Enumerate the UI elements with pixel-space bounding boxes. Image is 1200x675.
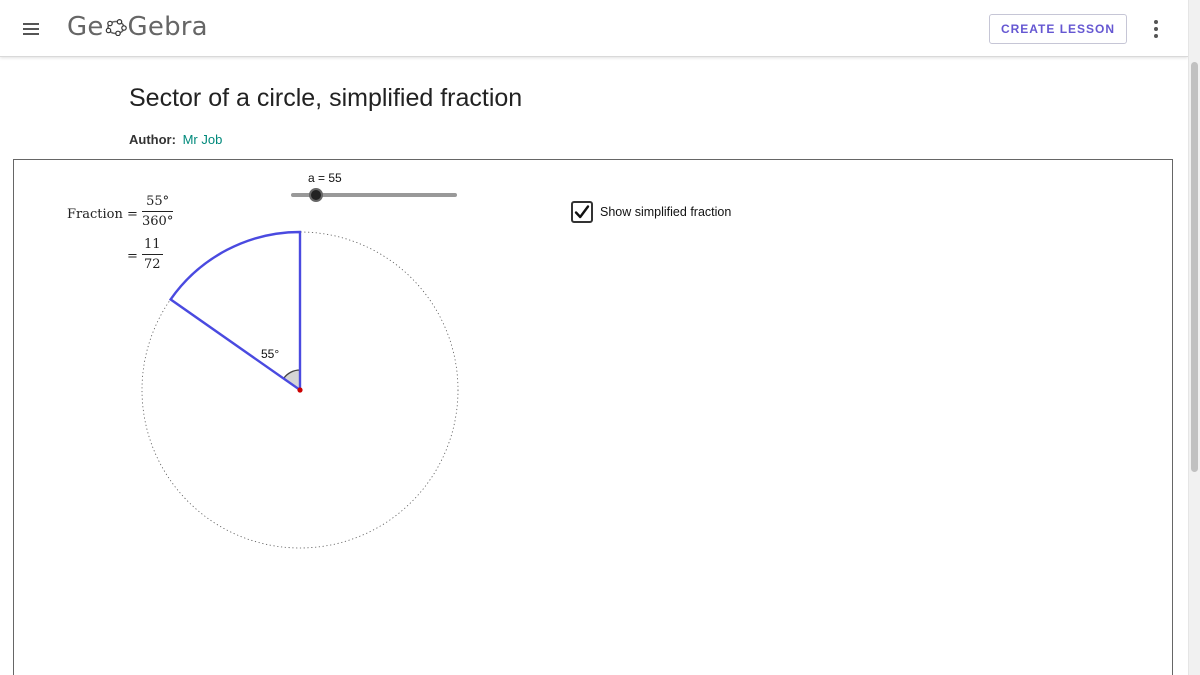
logo-text-left: Ge	[67, 12, 104, 42]
fraction-label: Fraction =	[67, 207, 138, 222]
angle-slider[interactable]	[291, 188, 457, 202]
author-label: Author:	[129, 132, 176, 147]
logo-text-right: Gebra	[127, 12, 208, 42]
slider-label: a = 55	[308, 171, 342, 185]
checkmark-icon	[574, 205, 590, 219]
fraction-denominator: 360°	[142, 214, 174, 229]
geogebra-applet[interactable]: Fraction = 55° 360° = 11 72 a = 55 Show …	[13, 159, 1173, 675]
vertical-dots-icon[interactable]	[1146, 17, 1166, 41]
create-lesson-button[interactable]: CREATE LESSON	[989, 14, 1127, 44]
simplified-fraction-checkbox[interactable]	[571, 201, 593, 223]
center-point	[297, 387, 303, 393]
hamburger-menu-icon[interactable]	[18, 15, 46, 43]
geometry-canvas[interactable]	[14, 160, 1173, 675]
fraction-degrees: 55° 360°	[142, 194, 174, 229]
equals-sign: =	[127, 249, 138, 264]
author-line: Author: Mr Job	[129, 132, 222, 147]
checkbox-label[interactable]: Show simplified fraction	[600, 205, 731, 219]
logo-ellipse-icon	[105, 18, 127, 36]
scrollbar-thumb[interactable]	[1191, 62, 1198, 472]
sector-outline	[168, 230, 302, 393]
simplified-numerator: 11	[142, 237, 163, 255]
geogebra-logo[interactable]: Ge Gebra	[67, 12, 208, 42]
simplified-fraction: 11 72	[142, 237, 163, 272]
page-title: Sector of a circle, simplified fraction	[129, 84, 523, 112]
top-app-bar: Ge Gebra CREATE LESSON	[0, 0, 1188, 57]
fraction-numerator: 55°	[142, 194, 174, 212]
page-scrollbar[interactable]	[1188, 0, 1200, 675]
angle-label: 55°	[261, 347, 280, 361]
author-link[interactable]: Mr Job	[183, 132, 223, 147]
simplified-denominator: 72	[144, 257, 161, 272]
